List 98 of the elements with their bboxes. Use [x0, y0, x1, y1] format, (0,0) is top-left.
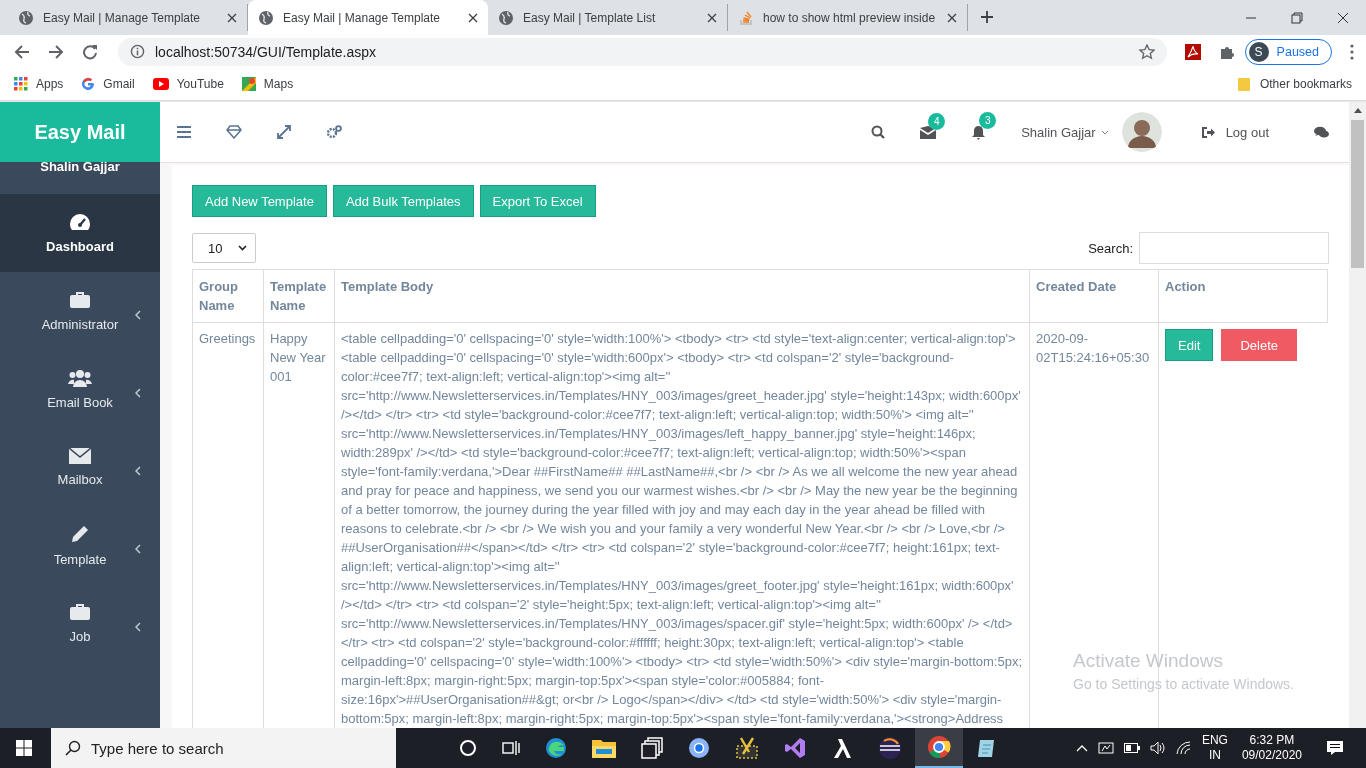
- network-icon[interactable]: [1097, 741, 1114, 755]
- search-icon[interactable]: [871, 125, 886, 139]
- close-icon[interactable]: [468, 12, 478, 23]
- chrome-taskbar-button[interactable]: [915, 728, 963, 768]
- new-tab-icon[interactable]: [980, 10, 994, 24]
- battery-icon[interactable]: [1123, 743, 1140, 753]
- chrome-icon[interactable]: [688, 737, 710, 759]
- bookmark[interactable]: Maps: [241, 77, 294, 91]
- envelope-icon[interactable]: [920, 125, 937, 139]
- caret-icon: [238, 245, 247, 251]
- reload-icon[interactable]: [82, 43, 98, 60]
- language-indicator[interactable]: ENG IN: [1201, 733, 1228, 763]
- search-field[interactable]: [1139, 232, 1329, 264]
- sidebar-item[interactable]: Administrator: [0, 272, 160, 350]
- tools-icon[interactable]: [735, 736, 759, 760]
- users-icon: [68, 368, 92, 387]
- restore-icon[interactable]: [1291, 12, 1303, 24]
- count-badge: 4: [928, 112, 946, 130]
- activation-title: Activate Windows: [1073, 650, 1224, 672]
- volume-icon[interactable]: [1149, 741, 1166, 755]
- taskbar-search-field[interactable]: Type here to search: [51, 728, 396, 768]
- logout-link[interactable]: Log out: [1201, 124, 1269, 140]
- bookmark[interactable]: Gmail: [81, 77, 135, 91]
- count-badge: 3: [979, 111, 997, 129]
- edge-icon[interactable]: [545, 737, 567, 759]
- sidebar-item[interactable]: Template: [0, 506, 160, 584]
- sidebar-user-name: Shalin Gajjar: [39, 159, 121, 176]
- scroll-thumb[interactable]: [1351, 120, 1364, 268]
- scroll-up-icon[interactable]: [1353, 108, 1362, 113]
- task-view-icon[interactable]: [502, 739, 520, 757]
- forward-icon[interactable]: [48, 43, 64, 60]
- address-bar[interactable]: localhost:50734/GUI/Template.aspx: [118, 37, 1167, 66]
- notification-icon[interactable]: [1326, 740, 1344, 756]
- sidebar-item[interactable]: Mailbox: [0, 428, 160, 506]
- pdf-icon[interactable]: [1184, 43, 1201, 60]
- chevron-up-icon[interactable]: [1075, 744, 1088, 752]
- briefcase-icon: [69, 602, 91, 621]
- chrome-icon: [927, 735, 951, 759]
- user-menu[interactable]: Shalin Gajjar: [1021, 124, 1109, 140]
- close-icon[interactable]: [227, 12, 237, 23]
- globe-icon: [18, 9, 34, 26]
- more-icon[interactable]: [1350, 43, 1354, 60]
- windows-logo-icon[interactable]: [16, 740, 32, 756]
- globe-icon: [498, 9, 514, 26]
- browser-tab[interactable]: Easy Mail | Manage Template: [248, 0, 488, 35]
- diamond-icon[interactable]: [226, 125, 242, 139]
- bookmark[interactable]: YouTube: [152, 77, 224, 91]
- visual-studio-icon[interactable]: [784, 737, 806, 759]
- gauge-icon: [69, 212, 91, 231]
- activation-hint: Go to Settings to activate Windows.: [1073, 676, 1294, 692]
- g-logo-icon: [81, 77, 96, 91]
- search-label: Search:: [1088, 240, 1133, 256]
- chat-icon[interactable]: [1314, 125, 1329, 139]
- caret-icon: [1100, 129, 1109, 135]
- menu-icon[interactable]: [177, 126, 191, 138]
- browser-tab[interactable]: how to show html preview inside: [728, 4, 968, 31]
- windows-stack-icon[interactable]: [641, 737, 663, 759]
- bookmark[interactable]: Apps: [14, 77, 64, 91]
- info-icon: [130, 44, 145, 59]
- pencil-icon: [70, 523, 90, 544]
- table-cell: Greetings: [192, 322, 264, 728]
- clock[interactable]: 6:32 PM 09/02/2020: [1241, 733, 1302, 763]
- expand-icon[interactable]: [277, 125, 291, 139]
- column-header: Created Date: [1029, 269, 1159, 323]
- close-icon[interactable]: [1337, 12, 1349, 24]
- back-icon[interactable]: [14, 43, 30, 60]
- folder-icon: [1237, 77, 1252, 91]
- sidebar-item[interactable]: Job: [0, 584, 160, 662]
- sidebar-item[interactable]: Dashboard: [0, 194, 160, 272]
- column-header: Action: [1158, 269, 1328, 323]
- close-icon[interactable]: [707, 12, 717, 23]
- folder-icon[interactable]: [592, 738, 616, 758]
- page-length-select[interactable]: 10: [192, 233, 256, 263]
- cortana-icon[interactable]: [459, 739, 477, 757]
- profile-avatar: S: [1248, 41, 1269, 62]
- other-bookmarks[interactable]: Other bookmarks: [1237, 77, 1352, 91]
- map-pin-icon: [241, 77, 256, 91]
- sign-out-icon: [1201, 126, 1215, 138]
- close-icon[interactable]: [947, 12, 957, 23]
- browser-tab[interactable]: Easy Mail | Template List: [488, 4, 728, 31]
- briefcase-icon: [69, 290, 91, 309]
- column-header: Template Body: [334, 269, 1030, 323]
- search-icon: [65, 740, 81, 756]
- column-header: Template Name: [263, 269, 335, 323]
- sidebar-item[interactable]: Email Book: [0, 350, 160, 428]
- eclipse-icon[interactable]: [878, 736, 902, 760]
- wifi-icon[interactable]: [1175, 741, 1192, 755]
- play-icon: [152, 78, 169, 90]
- envelope-icon: [69, 447, 91, 464]
- scrollbar[interactable]: [1349, 102, 1366, 728]
- bell-icon[interactable]: [971, 124, 987, 140]
- lambda-icon[interactable]: [831, 737, 853, 759]
- star-icon[interactable]: [1138, 43, 1155, 60]
- avatar: [1121, 112, 1162, 152]
- apps-grid-icon: [14, 77, 28, 91]
- globe-icon: [258, 9, 274, 26]
- column-header: Group Name: [192, 269, 264, 323]
- stack-icon: [738, 9, 754, 26]
